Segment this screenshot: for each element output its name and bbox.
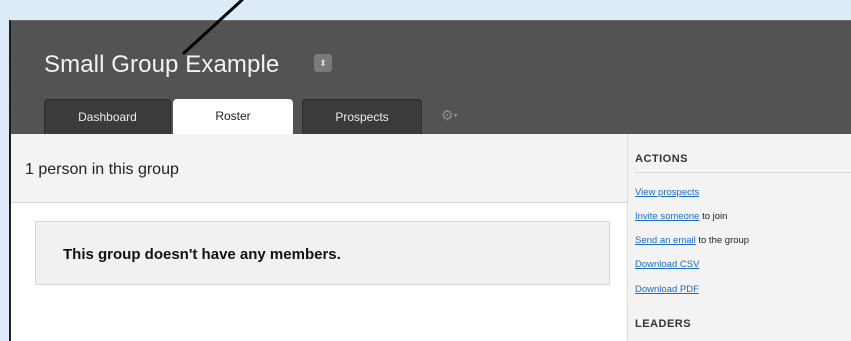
group-header: Small Group Example ⬍ Dashboard Roster P… — [11, 21, 851, 134]
tab-roster[interactable]: Roster — [173, 99, 293, 134]
roster-panel: 1 person in this group This group doesn'… — [11, 134, 627, 341]
action-email: Send an email to the group — [635, 235, 749, 246]
member-count: 1 person in this group — [25, 161, 179, 178]
settings-menu-button[interactable]: ⚙▾ — [441, 107, 458, 124]
action-suffix: to join — [699, 211, 728, 222]
actions-heading: ACTIONS — [635, 153, 688, 165]
tab-dashboard[interactable]: Dashboard — [44, 99, 171, 134]
send-email-link[interactable]: Send an email — [635, 235, 696, 246]
app-window: Small Group Example ⬍ Dashboard Roster P… — [9, 20, 851, 341]
sidebar: ACTIONS View prospects Invite someone to… — [627, 134, 851, 341]
action-download-pdf: Download PDF — [635, 284, 699, 295]
download-csv-link[interactable]: Download CSV — [635, 259, 699, 270]
divider — [635, 172, 851, 173]
action-invite: Invite someone to join — [635, 211, 727, 222]
leaders-heading: LEADERS — [635, 318, 692, 330]
action-suffix: to the group — [695, 235, 750, 246]
action-view-prospects: View prospects — [635, 187, 699, 198]
empty-state-message: This group doesn't have any members. — [63, 246, 341, 263]
group-title: Small Group Example — [44, 51, 280, 78]
chevron-down-icon: ▾ — [453, 111, 458, 120]
empty-state: This group doesn't have any members. — [35, 221, 610, 285]
invite-someone-link[interactable]: Invite someone — [635, 211, 699, 222]
view-prospects-link[interactable]: View prospects — [635, 187, 699, 198]
download-pdf-link[interactable]: Download PDF — [635, 284, 699, 295]
tab-prospects[interactable]: Prospects — [302, 99, 422, 134]
group-switcher-button[interactable]: ⬍ — [314, 54, 332, 72]
gear-icon: ⚙ — [441, 107, 454, 123]
member-count-bar: 1 person in this group — [11, 134, 627, 203]
action-download-csv: Download CSV — [635, 259, 699, 270]
